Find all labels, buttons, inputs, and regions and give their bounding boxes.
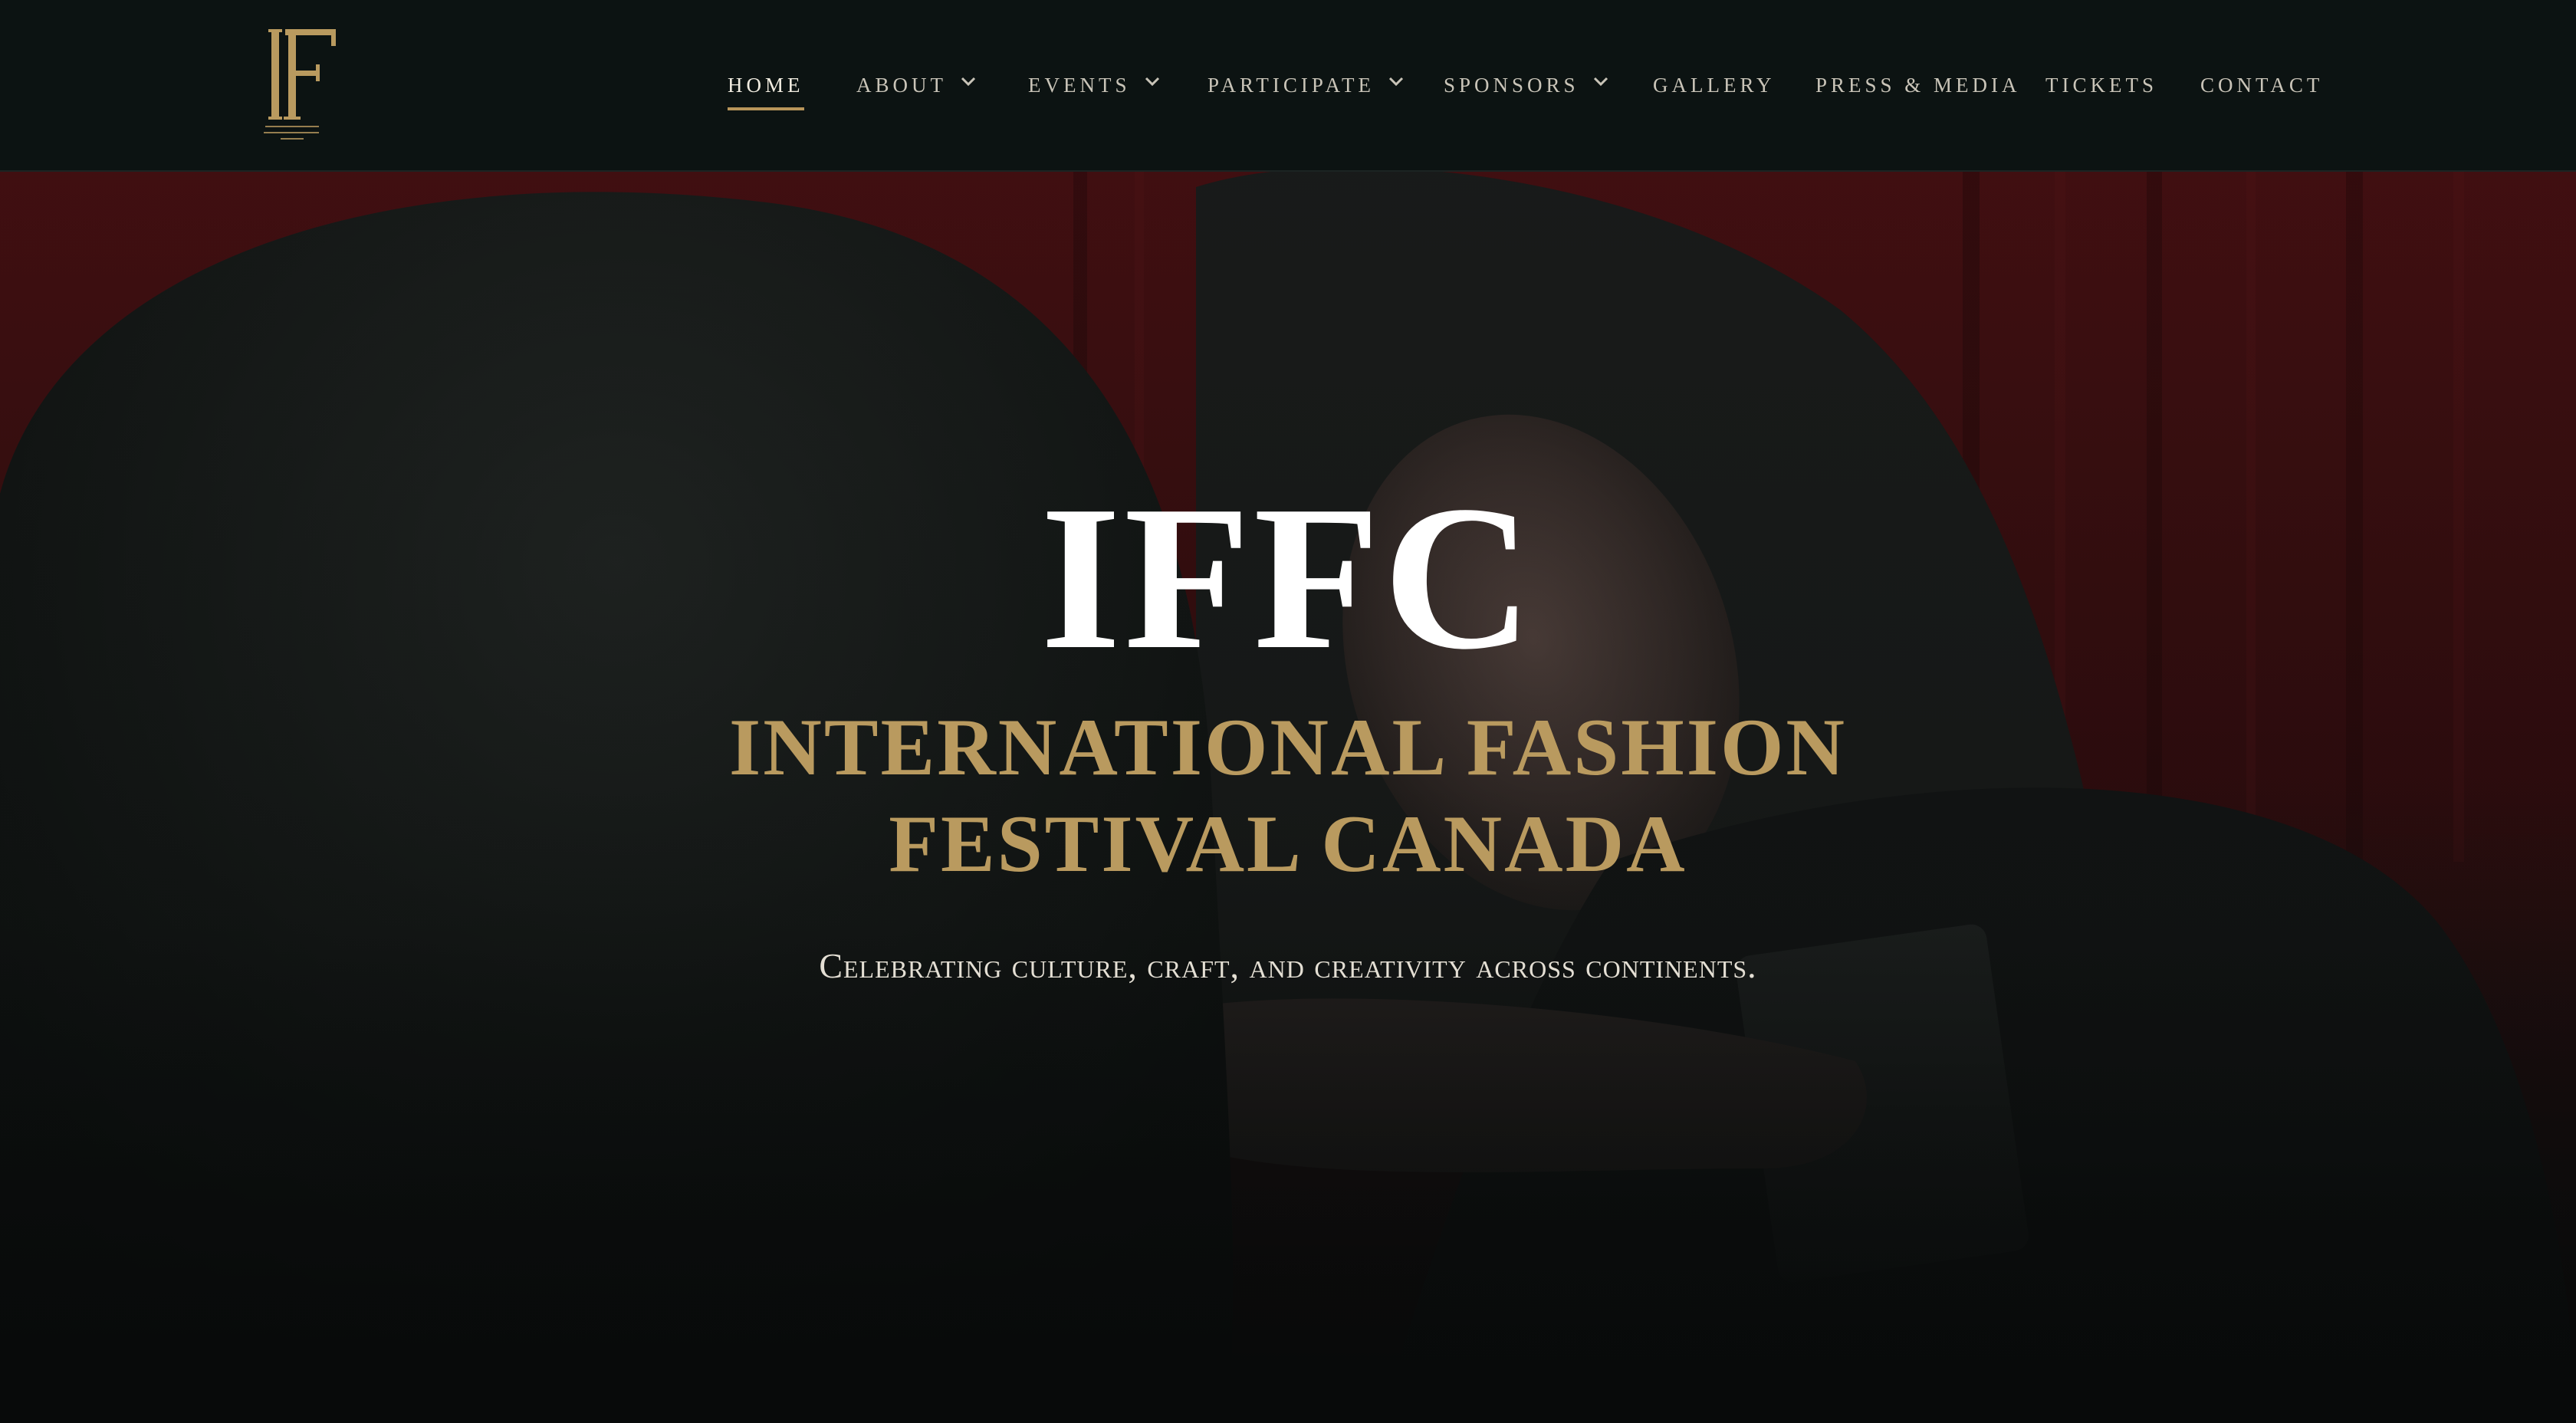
- nav-item-label: EVENTS: [1028, 74, 1131, 97]
- nav-item-label: GALLERY: [1653, 74, 1776, 97]
- nav-item-about[interactable]: ABOUT: [856, 67, 978, 113]
- hero-subtitle: INTERNATIONAL FASHION FESTIVAL CANADA: [521, 699, 2055, 892]
- hero-title: IFFC: [1040, 463, 1536, 692]
- nav-item-label: ABOUT: [856, 74, 947, 97]
- chevron-down-icon: [1388, 77, 1403, 87]
- hero-section: IFFC INTERNATIONAL FASHION FESTIVAL CANA…: [0, 172, 2576, 1423]
- nav-item-contact[interactable]: CONTACT: [2200, 67, 2323, 113]
- hero-subtitle-line1: INTERNATIONAL FASHION: [729, 702, 1847, 792]
- nav-item-label: PARTICIPATE: [1208, 74, 1375, 97]
- hero-subtitle-line2: FESTIVAL CANADA: [889, 799, 1687, 889]
- page: HOME ABOUT EVENTS PARTICIPATE SPONSORS G…: [0, 0, 2576, 1423]
- chevron-down-icon: [1145, 77, 1159, 87]
- nav-item-events[interactable]: EVENTS: [1028, 67, 1162, 113]
- nav-item-label: TICKETS: [2045, 74, 2157, 97]
- chevron-down-icon: [1593, 77, 1608, 87]
- nav-item-label: PRESS & MEDIA: [1815, 74, 2021, 97]
- main-nav: HOME ABOUT EVENTS PARTICIPATE SPONSORS G…: [0, 67, 2576, 113]
- nav-item-label: CONTACT: [2200, 74, 2324, 97]
- nav-item-gallery[interactable]: GALLERY: [1653, 67, 1776, 113]
- nav-item-tickets[interactable]: TICKETS: [2045, 67, 2157, 113]
- site-header: HOME ABOUT EVENTS PARTICIPATE SPONSORS G…: [0, 0, 2576, 172]
- chevron-down-icon: [961, 77, 976, 87]
- hero-tagline: Celebrating culture, craft, and creativi…: [819, 946, 1757, 985]
- nav-item-label: HOME: [728, 74, 804, 97]
- nav-item-label: SPONSORS: [1444, 74, 1579, 97]
- nav-item-home[interactable]: HOME: [728, 67, 804, 113]
- nav-item-participate[interactable]: PARTICIPATE: [1208, 67, 1405, 113]
- nav-item-press-media[interactable]: PRESS & MEDIA: [1815, 67, 2021, 113]
- nav-item-sponsors[interactable]: SPONSORS: [1444, 67, 1610, 113]
